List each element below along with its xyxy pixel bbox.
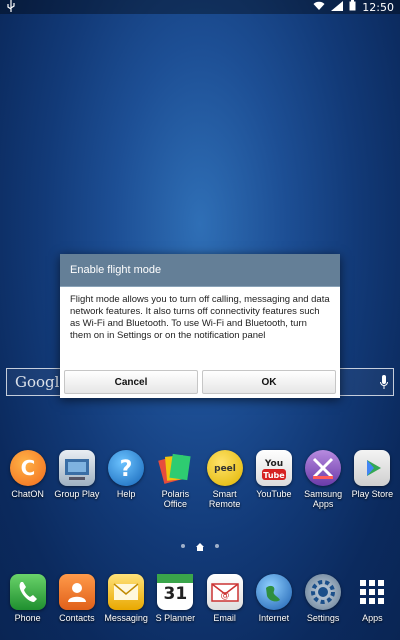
calendar-icon: 31 bbox=[157, 574, 194, 610]
page-dot[interactable] bbox=[181, 544, 185, 548]
app-label: Help bbox=[116, 489, 136, 499]
mic-icon[interactable] bbox=[379, 374, 389, 392]
app-group-play[interactable]: Group Play bbox=[52, 450, 101, 514]
samsung-apps-icon bbox=[305, 450, 342, 486]
app-label: Apps bbox=[362, 613, 383, 623]
calendar-day: 31 bbox=[163, 584, 188, 604]
svg-text:C: C bbox=[20, 456, 35, 480]
dock-s-planner[interactable]: 31 S Planner bbox=[151, 574, 200, 634]
signal-icon bbox=[331, 0, 344, 15]
app-label: Messaging bbox=[104, 613, 148, 623]
dock-email[interactable]: @ Email bbox=[200, 574, 249, 634]
apps-grid-icon bbox=[354, 574, 390, 610]
youtube-icon: You Tube bbox=[255, 450, 292, 486]
dialog-message: Flight mode allows you to turn off calli… bbox=[70, 294, 330, 341]
ok-button[interactable]: OK bbox=[202, 370, 336, 394]
app-youtube[interactable]: You Tube YouTube bbox=[249, 450, 298, 514]
dock-phone[interactable]: Phone bbox=[3, 574, 52, 634]
flight-mode-dialog: Enable flight mode Flight mode allows yo… bbox=[60, 254, 340, 398]
settings-icon bbox=[305, 574, 342, 610]
app-label: Polaris Office bbox=[161, 489, 190, 509]
smart-remote-icon: peel bbox=[206, 450, 243, 486]
polaris-office-icon bbox=[157, 450, 193, 486]
app-label: Phone bbox=[14, 613, 41, 623]
app-label: YouTube bbox=[256, 489, 292, 499]
dialog-buttons: Cancel OK bbox=[64, 370, 336, 394]
messaging-icon bbox=[108, 574, 145, 610]
dialog-title: Enable flight mode bbox=[70, 264, 162, 276]
status-bar: 12:50 bbox=[0, 0, 400, 14]
svg-text:?: ? bbox=[120, 457, 133, 482]
app-label: Internet bbox=[258, 613, 290, 623]
status-time: 12:50 bbox=[362, 0, 394, 14]
page-dot[interactable] bbox=[215, 544, 219, 548]
internet-icon bbox=[255, 574, 292, 610]
app-chaton[interactable]: C ChatON bbox=[3, 450, 52, 514]
phone-icon bbox=[9, 574, 46, 610]
dock-settings[interactable]: Settings bbox=[299, 574, 348, 634]
app-label: Smart Remote bbox=[208, 489, 241, 509]
usb-icon bbox=[6, 0, 16, 16]
cancel-button[interactable]: Cancel bbox=[64, 370, 198, 394]
dock-internet[interactable]: Internet bbox=[249, 574, 298, 634]
app-label: ChatON bbox=[11, 489, 44, 499]
email-icon: @ bbox=[206, 574, 243, 610]
dock-messaging[interactable]: Messaging bbox=[102, 574, 151, 634]
app-label: Contacts bbox=[59, 613, 95, 623]
dock: Phone Contacts Messaging 31 S Planner @ … bbox=[0, 574, 400, 634]
app-help[interactable]: ? Help bbox=[102, 450, 151, 514]
app-label: Email bbox=[213, 613, 236, 623]
app-label: Group Play bbox=[54, 489, 100, 499]
help-icon: ? bbox=[108, 450, 145, 486]
chaton-icon: C bbox=[9, 450, 46, 486]
app-label: Samsung Apps bbox=[304, 489, 343, 509]
home-page-icon[interactable] bbox=[195, 537, 205, 556]
dock-contacts[interactable]: Contacts bbox=[52, 574, 101, 634]
play-store-icon bbox=[354, 450, 391, 486]
app-play-store[interactable]: Play Store bbox=[348, 450, 397, 514]
battery-icon bbox=[349, 0, 356, 15]
app-label: Play Store bbox=[351, 489, 394, 499]
group-play-icon bbox=[58, 450, 95, 486]
app-smart-remote[interactable]: peel Smart Remote bbox=[200, 450, 249, 514]
svg-text:@: @ bbox=[220, 591, 229, 601]
app-polaris-office[interactable]: Polaris Office bbox=[151, 450, 200, 514]
app-samsung-apps[interactable]: Samsung Apps bbox=[299, 450, 348, 514]
svg-text:You: You bbox=[264, 459, 283, 469]
dialog-header: Enable flight mode bbox=[60, 254, 340, 287]
contacts-icon bbox=[58, 574, 95, 610]
app-label: Settings bbox=[306, 613, 340, 623]
svg-text:peel: peel bbox=[214, 464, 236, 474]
dock-apps[interactable]: Apps bbox=[348, 574, 397, 634]
home-apps-row: C ChatON Group Play ? Help Polaris Offic… bbox=[0, 450, 400, 514]
wifi-icon bbox=[313, 1, 325, 15]
svg-text:Tube: Tube bbox=[263, 471, 285, 480]
page-indicator bbox=[0, 541, 400, 551]
app-label: S Planner bbox=[155, 613, 196, 623]
